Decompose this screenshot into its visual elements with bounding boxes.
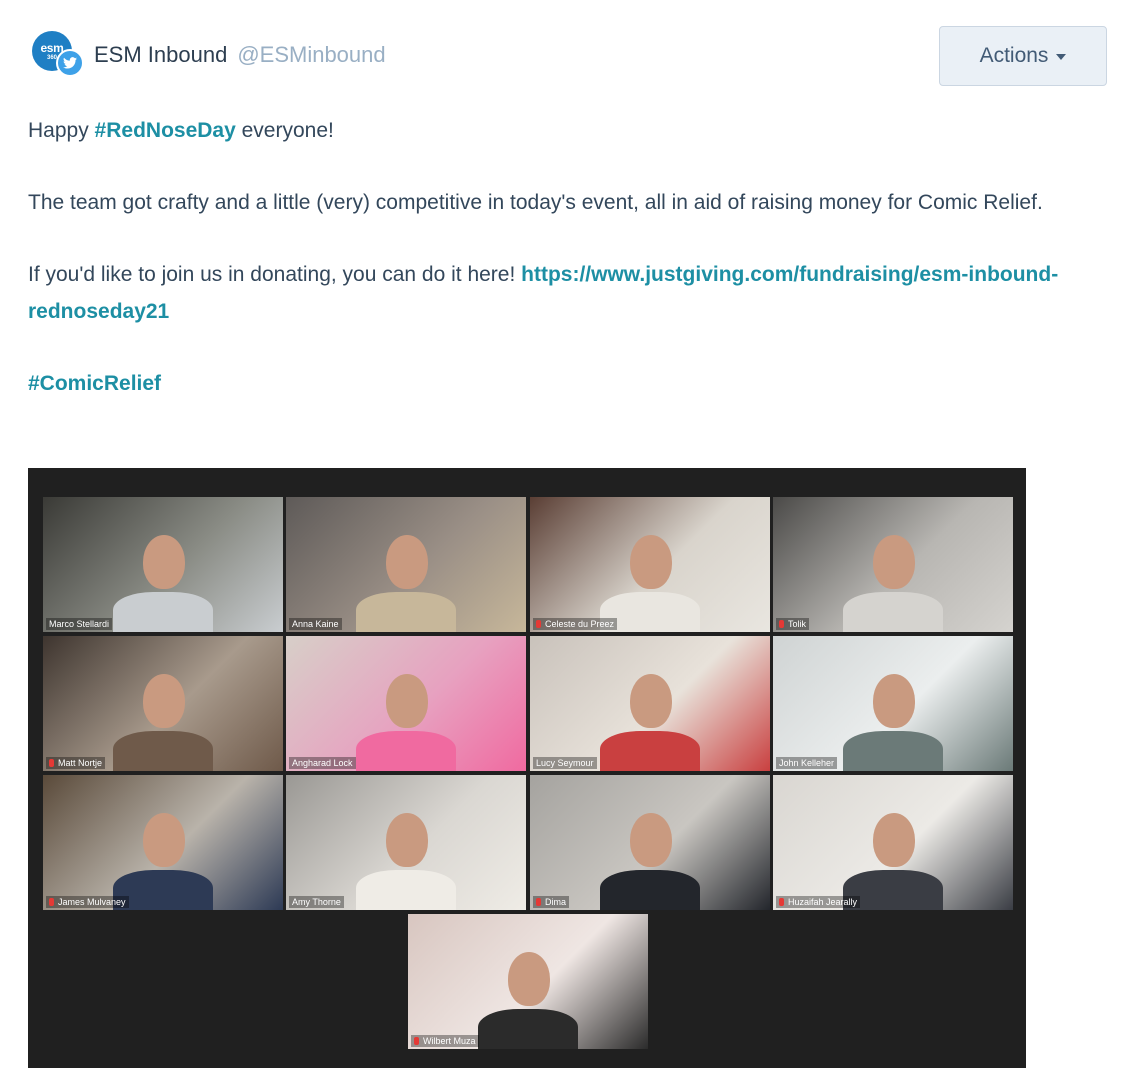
participant-face <box>386 674 428 728</box>
participant-face <box>630 535 672 589</box>
participant-name-text: Wilbert Muza <box>423 1036 476 1046</box>
hashtag-comicrelief[interactable]: #ComicRelief <box>28 372 161 395</box>
post-hashtag-footer: #ComicRelief <box>28 365 1068 402</box>
participant-name: John Kelleher <box>776 757 838 769</box>
participant-body <box>113 592 213 632</box>
muted-mic-icon <box>414 1037 419 1045</box>
participant-face <box>386 813 428 867</box>
post-paragraph-3: If you'd like to join us in donating, yo… <box>28 256 1068 330</box>
participant-tile: Marco Stellardi <box>43 497 283 632</box>
participant-tile: Angharad Lock <box>286 636 526 771</box>
participant-body <box>843 731 943 771</box>
text-span: Happy <box>28 119 95 142</box>
participant-name-text: Celeste du Preez <box>545 619 615 629</box>
participant-body <box>113 731 213 771</box>
participant-body <box>843 592 943 632</box>
hashtag-rednoseday[interactable]: #RedNoseDay <box>95 119 236 142</box>
post-body: Happy #RedNoseDay everyone! The team got… <box>28 112 1068 437</box>
participant-name: Matt Nortje <box>46 757 106 769</box>
participant-tile: Amy Thorne <box>286 775 526 910</box>
post-line-1: Happy #RedNoseDay everyone! <box>28 112 1068 149</box>
post-header: esm 360 ESM Inbound @ESMinbound <box>32 30 386 80</box>
participant-body <box>478 1009 578 1049</box>
twitter-icon <box>56 49 84 77</box>
participant-name: Amy Thorne <box>289 896 344 908</box>
muted-mic-icon <box>536 898 541 906</box>
participant-name-text: Amy Thorne <box>292 897 341 907</box>
participant-tile: John Kelleher <box>773 636 1013 771</box>
participant-tile: Tolik <box>773 497 1013 632</box>
participant-face <box>630 674 672 728</box>
participant-name: Celeste du Preez <box>533 618 618 630</box>
participant-tile: Matt Nortje <box>43 636 283 771</box>
avatar[interactable]: esm 360 <box>32 31 84 79</box>
participant-name-text: Angharad Lock <box>292 758 353 768</box>
participant-name-text: Lucy Seymour <box>536 758 594 768</box>
caret-down-icon <box>1056 54 1067 60</box>
text-span: everyone! <box>235 119 334 142</box>
participant-face <box>386 535 428 589</box>
participant-body <box>600 870 700 910</box>
participant-name: Lucy Seymour <box>533 757 597 769</box>
account-name[interactable]: ESM Inbound <box>94 42 227 68</box>
participant-name: Wilbert Muza <box>411 1035 479 1047</box>
participant-face <box>508 952 550 1006</box>
muted-mic-icon <box>49 759 54 767</box>
participant-name: James Mulvaney <box>46 896 129 908</box>
text-span: If you'd like to join us in donating, yo… <box>28 263 522 286</box>
actions-label: Actions <box>979 44 1049 67</box>
participant-tile: Dima <box>530 775 770 910</box>
participant-tile: Wilbert Muza <box>408 914 648 1049</box>
post-paragraph-2: The team got crafty and a little (very) … <box>28 191 1043 214</box>
participant-face <box>873 535 915 589</box>
participant-name-text: Tolik <box>788 619 807 629</box>
participant-name-text: Huzaifah Jearally <box>788 897 858 907</box>
participant-name-text: John Kelleher <box>779 758 835 768</box>
participant-face <box>143 813 185 867</box>
muted-mic-icon <box>779 620 784 628</box>
participant-tile: Anna Kaine <box>286 497 526 632</box>
participant-face <box>630 813 672 867</box>
participant-body <box>356 870 456 910</box>
participant-face <box>873 813 915 867</box>
participant-face <box>143 535 185 589</box>
participant-body <box>356 731 456 771</box>
muted-mic-icon <box>49 898 54 906</box>
muted-mic-icon <box>536 620 541 628</box>
participant-name-text: Marco Stellardi <box>49 619 110 629</box>
participant-tile: Celeste du Preez <box>530 497 770 632</box>
actions-button[interactable]: Actions <box>939 26 1107 86</box>
muted-mic-icon <box>779 898 784 906</box>
participant-body <box>356 592 456 632</box>
social-post: esm 360 ESM Inbound @ESMinbound Actions … <box>0 0 1132 1088</box>
participant-tile: James Mulvaney <box>43 775 283 910</box>
participant-name-text: Anna Kaine <box>292 619 339 629</box>
participant-name-text: Matt Nortje <box>58 758 103 768</box>
participant-name: Angharad Lock <box>289 757 356 769</box>
participant-face <box>143 674 185 728</box>
participant-name-text: Dima <box>545 897 567 907</box>
participant-name: Dima <box>533 896 570 908</box>
participant-name-text: James Mulvaney <box>58 897 126 907</box>
participant-name: Anna Kaine <box>289 618 342 630</box>
participant-name: Tolik <box>776 618 810 630</box>
account-handle[interactable]: @ESMinbound <box>237 42 385 68</box>
participant-name: Marco Stellardi <box>46 618 113 630</box>
participant-face <box>873 674 915 728</box>
participant-tile: Lucy Seymour <box>530 636 770 771</box>
video-call-screenshot[interactable]: Marco Stellardi Anna Kaine Celeste du Pree… <box>28 468 1026 1068</box>
participant-name: Huzaifah Jearally <box>776 896 861 908</box>
participant-tile: Huzaifah Jearally <box>773 775 1013 910</box>
participant-body <box>600 731 700 771</box>
